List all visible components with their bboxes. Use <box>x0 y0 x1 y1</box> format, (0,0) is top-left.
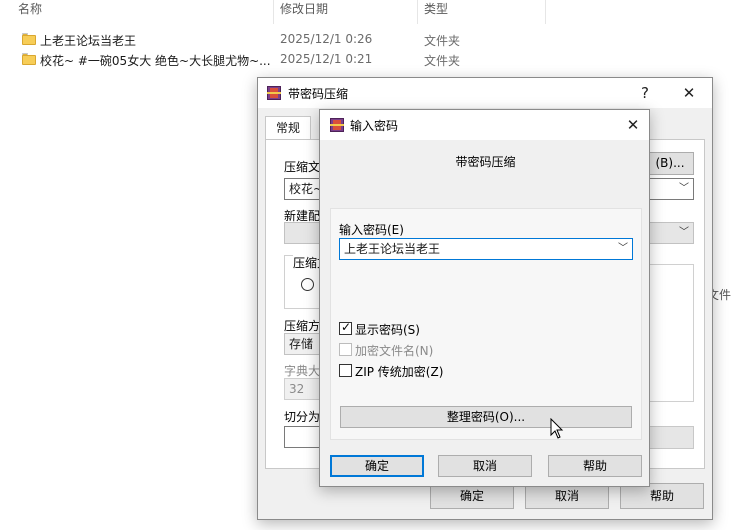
password-dialog-subtitle: 带密码压缩 <box>455 155 516 169</box>
folder-icon <box>22 33 36 45</box>
chevron-down-icon[interactable]: ﹀ <box>618 239 628 259</box>
file-row[interactable]: 校花~ #一碗05女大 绝色~大长腿尤物~... 2025/12/1 0:21 … <box>0 50 545 70</box>
file-date: 2025/12/1 0:26 <box>280 32 373 46</box>
winrar-icon <box>329 117 345 133</box>
checkbox-checked[interactable]: ✓ <box>339 320 352 335</box>
help-icon[interactable]: ? <box>628 78 662 108</box>
column-header-name[interactable]: 名称 <box>0 0 42 22</box>
column-header-date[interactable]: 修改日期 <box>262 0 328 22</box>
file-name: 校花~ #一碗05女大 绝色~大长腿尤物~... <box>40 54 271 68</box>
archive-name-label: 压缩文 <box>284 160 321 174</box>
mouse-cursor-icon <box>550 418 564 439</box>
password-help-button[interactable]: 帮助 <box>548 455 642 477</box>
encrypt-filenames-label: 加密文件名(N) <box>355 344 434 358</box>
tab-general[interactable]: 常规 <box>265 116 311 140</box>
show-password-checkbox[interactable]: ✓ 显示密码(S) <box>339 320 519 337</box>
password-dialog: 输入密码 ✕ 带密码压缩 输入密码(E) 上老王论坛当老王 ﹀ ✓ 显示密码(S… <box>319 109 650 487</box>
compress-method-label: 压缩方 <box>284 319 321 333</box>
password-label: 输入密码(E) <box>339 223 404 237</box>
file-type: 文件夹 <box>424 34 461 48</box>
zip-legacy-label: ZIP 传统加密(Z) <box>355 365 444 379</box>
set-password-button[interactable] <box>646 426 694 449</box>
column-header-type[interactable]: 类型 <box>406 0 448 22</box>
profile-dropdown[interactable]: ﹀ <box>646 222 694 244</box>
close-icon[interactable]: ✕ <box>672 78 706 108</box>
file-row[interactable]: 上老王论坛当老王 2025/12/1 0:26 文件夹 <box>0 30 545 50</box>
organize-passwords-button[interactable]: 整理密码(O)... <box>340 406 632 428</box>
password-ok-button[interactable]: 确定 <box>330 455 424 477</box>
file-date: 2025/12/1 0:21 <box>280 52 373 66</box>
show-password-label: 显示密码(S) <box>355 323 420 337</box>
dict-size-label: 字典大 <box>284 364 321 378</box>
chevron-down-icon: ﹀ <box>679 227 689 238</box>
browse-button[interactable]: (B)... <box>646 152 694 175</box>
password-cancel-button[interactable]: 取消 <box>438 455 532 477</box>
password-dialog-title: 输入密码 <box>350 119 399 133</box>
password-value: 上老王论坛当老王 <box>344 242 441 256</box>
zip-legacy-checkbox[interactable]: ZIP 传统加密(Z) <box>339 363 519 379</box>
encrypt-filenames-checkbox: 加密文件名(N) <box>339 342 519 358</box>
password-dialog-titlebar[interactable]: 输入密码 ✕ <box>320 110 649 140</box>
file-type: 文件夹 <box>424 54 461 68</box>
file-name: 上老王论坛当老王 <box>40 34 137 48</box>
checkbox-unchecked[interactable] <box>339 364 352 377</box>
password-input[interactable]: 上老王论坛当老王 ﹀ <box>339 238 633 260</box>
archive-dialog-titlebar[interactable]: 带密码压缩 ? ✕ <box>258 78 712 108</box>
winrar-icon <box>266 85 282 101</box>
checkbox-disabled <box>339 343 352 356</box>
column-separator[interactable] <box>545 0 546 24</box>
archive-name-dropdown[interactable]: ﹀ <box>646 178 694 200</box>
close-icon[interactable]: ✕ <box>616 110 650 140</box>
password-panel: 输入密码(E) 上老王论坛当老王 ﹀ ✓ 显示密码(S) 加密文件名(N) ZI… <box>330 208 642 440</box>
archive-dialog-title: 带密码压缩 <box>288 87 349 101</box>
format-radio[interactable] <box>301 278 314 291</box>
folder-icon <box>22 53 36 65</box>
check-icon: ✓ <box>341 320 352 334</box>
split-label: 切分为 <box>284 410 321 424</box>
chevron-down-icon: ﹀ <box>679 183 689 194</box>
options-box <box>646 264 694 402</box>
